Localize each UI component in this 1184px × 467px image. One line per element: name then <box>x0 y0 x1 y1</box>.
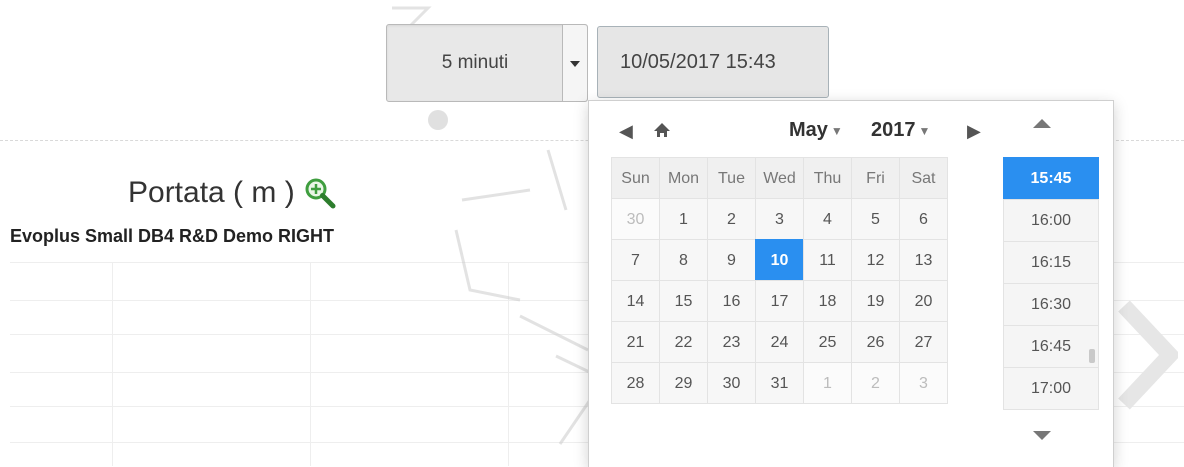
calendar-grid: Sun Mon Tue Wed Thu Fri Sat 30 1 2 3 4 5 6 7 8 9 10 11 12 13… <box>611 157 948 404</box>
time-option-selected[interactable]: 15:45 <box>1003 157 1099 200</box>
interval-dropdown-toggle[interactable] <box>562 25 587 101</box>
weekday-header: Fri <box>851 157 900 199</box>
calendar-day[interactable]: 31 <box>755 362 804 404</box>
zoom-in-icon[interactable] <box>303 176 337 210</box>
chart-subtitle: Evoplus Small DB4 R&D Demo RIGHT <box>10 226 335 246</box>
weekday-header: Sun <box>611 157 660 199</box>
caret-down-icon[interactable] <box>1033 431 1051 440</box>
grid-column <box>310 262 311 466</box>
calendar-day[interactable]: 23 <box>707 321 756 363</box>
grid-column <box>508 262 509 466</box>
weekday-header: Tue <box>707 157 756 199</box>
calendar-day[interactable]: 7 <box>611 239 660 281</box>
calendar-day[interactable]: 8 <box>659 239 708 281</box>
calendar-day[interactable]: 2 <box>851 362 900 404</box>
time-option[interactable]: 16:15 <box>1003 241 1099 284</box>
calendar-day[interactable]: 14 <box>611 280 660 322</box>
chevron-left-icon[interactable]: ◀ <box>619 121 633 141</box>
year-select[interactable]: 2017 ▼ <box>871 119 930 142</box>
calendar-day[interactable]: 3 <box>899 362 948 404</box>
chevron-down-icon <box>570 61 580 67</box>
calendar-day[interactable]: 11 <box>803 239 852 281</box>
time-list: 15:45 16:00 16:15 16:30 16:45 17:00 <box>1003 157 1099 410</box>
calendar-day[interactable]: 5 <box>851 198 900 240</box>
calendar-day[interactable]: 29 <box>659 362 708 404</box>
calendar-day[interactable]: 20 <box>899 280 948 322</box>
calendar-day[interactable]: 1 <box>803 362 852 404</box>
chevron-right-icon[interactable]: ▶ <box>967 121 981 141</box>
calendar-day[interactable]: 30 <box>611 198 660 240</box>
calendar-day[interactable]: 12 <box>851 239 900 281</box>
time-option[interactable]: 16:30 <box>1003 283 1099 326</box>
calendar-day[interactable]: 21 <box>611 321 660 363</box>
calendar-day[interactable]: 17 <box>755 280 804 322</box>
calendar-day[interactable]: 19 <box>851 280 900 322</box>
calendar-day[interactable]: 16 <box>707 280 756 322</box>
datetime-input[interactable]: 10/05/2017 15:43 <box>597 26 829 98</box>
calendar-day[interactable]: 30 <box>707 362 756 404</box>
weekday-header: Thu <box>803 157 852 199</box>
weekday-header: Wed <box>755 157 804 199</box>
home-icon[interactable] <box>653 121 671 143</box>
calendar-day[interactable]: 27 <box>899 321 948 363</box>
calendar-day[interactable]: 18 <box>803 280 852 322</box>
month-select[interactable]: May ▼ <box>789 119 843 142</box>
calendar-day[interactable]: 9 <box>707 239 756 281</box>
calendar-day[interactable]: 28 <box>611 362 660 404</box>
datetime-picker: ◀ May ▼ 2017 ▼ ▶ Sun Mon Tue Wed Thu Fri Sat 30 1 2… <box>588 100 1114 467</box>
caret-up-icon[interactable] <box>1033 119 1051 128</box>
time-option[interactable]: 16:45 <box>1003 325 1099 368</box>
weekday-header: Mon <box>659 157 708 199</box>
chevron-down-icon: ▼ <box>830 123 843 138</box>
calendar-day-selected[interactable]: 10 <box>755 239 804 281</box>
calendar-day[interactable]: 26 <box>851 321 900 363</box>
time-option[interactable]: 16:00 <box>1003 199 1099 242</box>
time-option[interactable]: 17:00 <box>1003 367 1099 410</box>
calendar-day[interactable]: 25 <box>803 321 852 363</box>
calendar-day[interactable]: 13 <box>899 239 948 281</box>
weekday-header: Sat <box>899 157 948 199</box>
interval-value: 5 minuti <box>441 52 509 73</box>
calendar-day[interactable]: 2 <box>707 198 756 240</box>
scrollbar-thumb[interactable] <box>1089 349 1095 363</box>
chart-title: Portata ( m ) <box>128 176 295 209</box>
grid-column <box>112 262 113 466</box>
chart-next-arrow-icon[interactable] <box>1118 300 1178 410</box>
calendar-day[interactable]: 3 <box>755 198 804 240</box>
calendar-day[interactable]: 1 <box>659 198 708 240</box>
chart-title-row: Portata ( m ) <box>128 176 337 210</box>
calendar-day[interactable]: 6 <box>899 198 948 240</box>
calendar-day[interactable]: 4 <box>803 198 852 240</box>
calendar-day[interactable]: 15 <box>659 280 708 322</box>
calendar-day[interactable]: 24 <box>755 321 804 363</box>
calendar-day[interactable]: 22 <box>659 321 708 363</box>
interval-select[interactable]: 5 minuti <box>386 24 588 102</box>
chevron-down-icon: ▼ <box>918 123 931 138</box>
